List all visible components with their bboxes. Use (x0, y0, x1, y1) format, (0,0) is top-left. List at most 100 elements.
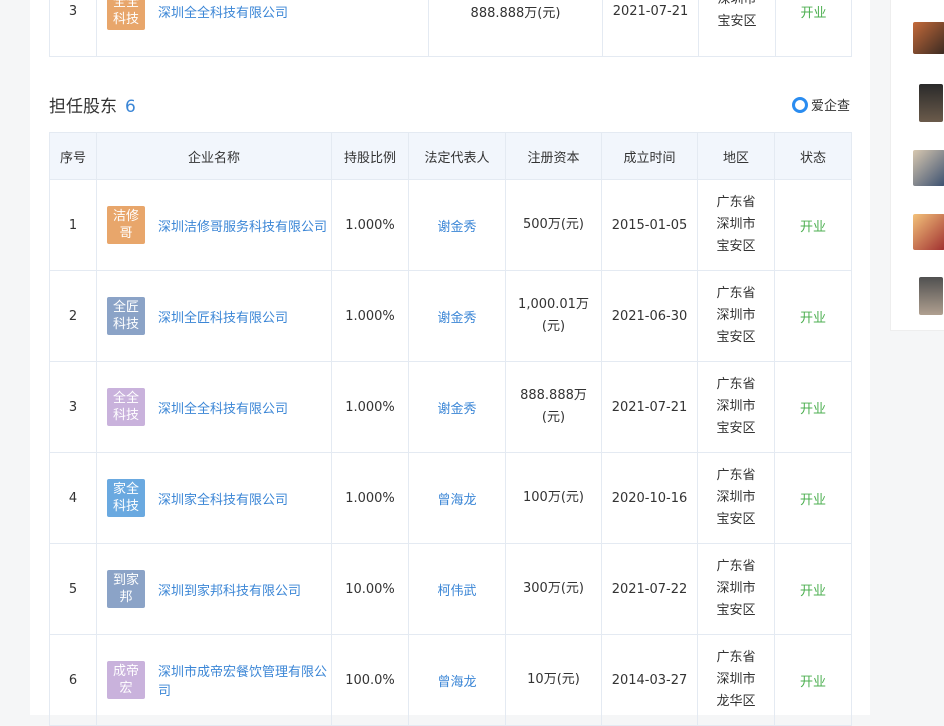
company-logo: 到家 邦 (107, 570, 145, 608)
row-index: 3 (49, 361, 97, 453)
table-row: 6 成帝 宏 深圳市成帝宏餐饮管理有限公司 100.0% 曾海龙 10万(元) … (49, 634, 852, 726)
legal-rep-link[interactable]: 谢金秀 (408, 361, 506, 453)
area-district: 宝安区 (716, 603, 756, 618)
logo-text: 到家 邦 (112, 573, 139, 605)
row-index: 2 (49, 270, 97, 362)
header-company: 企业名称 (96, 132, 332, 180)
area-district: 宝安区 (716, 512, 756, 527)
status-cell: 开业 (774, 634, 852, 726)
company-cell: 全全 科技 深圳全全科技有限公司 (96, 361, 332, 453)
ratio-cell: 10.00% (331, 543, 409, 635)
status-cell: 开业 (774, 179, 852, 271)
header-area: 地区 (697, 132, 775, 180)
status-cell: 开业 (774, 270, 852, 362)
ratio-cell: 100.0% (331, 634, 409, 726)
capital-value: 888.888万 (元) (520, 388, 587, 425)
company-cell: 到家 邦 深圳到家邦科技有限公司 (96, 543, 332, 635)
status-cell: 开业 (774, 452, 852, 544)
avatar[interactable] (913, 150, 944, 186)
capital-cell: 10万(元) (505, 634, 602, 726)
legal-rep-link[interactable]: 谢金秀 (408, 179, 506, 271)
area-city: 深圳市 (700, 0, 774, 11)
capital-cell: 888.888万(元) (428, 0, 603, 57)
area-city: 深圳市 (716, 581, 756, 596)
area-city: 深圳市 (716, 490, 756, 505)
section-title: 担任股东 6 (49, 92, 136, 117)
area-cell: 广东省 深圳市 宝安区 (697, 361, 775, 453)
area-cell: 广东省 深圳市 宝安区 (697, 179, 775, 271)
logo-text: 全全 科技 (112, 0, 139, 27)
capital-cell: 300万(元) (505, 543, 602, 635)
legal-rep-link[interactable]: 谢金秀 (408, 270, 506, 362)
company-logo: 全全 科技 (107, 0, 145, 30)
company-link[interactable]: 深圳全全科技有限公司 (158, 2, 288, 21)
capital-value: 300万(元) (523, 581, 584, 596)
date-cell: 2021-07-21 (602, 0, 699, 57)
area-district: 宝安区 (716, 421, 756, 436)
table-row: 3 全全 科技 深圳全全科技有限公司 1.000% 谢金秀 888.888万 (… (49, 361, 852, 453)
area-district: 宝安区 (716, 330, 756, 345)
capital-value: 500万(元) (523, 217, 584, 232)
capital-cell: 100万(元) (505, 452, 602, 544)
ratio-cell: 1.000% (331, 361, 409, 453)
area-cell: 广东省 深圳市 宝安区 (697, 452, 775, 544)
capital-cell: 888.888万 (元) (505, 361, 602, 453)
company-link[interactable]: 深圳到家邦科技有限公司 (158, 580, 301, 599)
company-cell: 家全 科技 深圳家全科技有限公司 (96, 452, 332, 544)
area-city: 深圳市 (716, 672, 756, 687)
header-row: 序号 企业名称 持股比例 法定代表人 注册资本 成立时间 地区 状态 (49, 132, 852, 180)
header-status: 状态 (774, 132, 852, 180)
area-cell: 广东省 深圳市 龙华区 (697, 634, 775, 726)
area-province: 广东省 (716, 559, 756, 574)
area-cell: 广东省 深圳市 宝安区 (697, 543, 775, 635)
area-district: 龙华区 (716, 694, 756, 709)
legal-rep-link[interactable]: 曾海龙 (408, 634, 506, 726)
area-province: 广东省 (716, 468, 756, 483)
company-cell: 全全 科技 深圳全全科技有限公司 (96, 0, 429, 57)
capital-value: 10万(元) (527, 672, 580, 687)
capital-value: 100万(元) (523, 490, 584, 505)
area-province: 广东省 (716, 650, 756, 665)
status-cell: 开业 (774, 361, 852, 453)
logo-text: 洁修 哥 (112, 209, 139, 241)
company-logo: 成帝 宏 (107, 661, 145, 699)
area-province: 广东省 (716, 286, 756, 301)
area-city: 深圳市 (716, 308, 756, 323)
ratio-cell: 1.000% (331, 270, 409, 362)
table-row: 3 全全 科技 深圳全全科技有限公司 888.888万(元) 2021-07-2… (49, 0, 852, 57)
legal-rep-link[interactable]: 曾海龙 (408, 452, 506, 544)
date-cell: 2014-03-27 (601, 634, 698, 726)
company-cell: 成帝 宏 深圳市成帝宏餐饮管理有限公司 (96, 634, 332, 726)
date-cell: 2020-10-16 (601, 452, 698, 544)
company-cell: 洁修 哥 深圳洁修哥服务科技有限公司 (96, 179, 332, 271)
logo-text: 家全 科技 (112, 482, 139, 514)
area-city: 深圳市 (716, 217, 756, 232)
avatar[interactable] (913, 22, 944, 54)
previous-table: 3 全全 科技 深圳全全科技有限公司 888.888万(元) 2021-07-2… (49, 0, 852, 57)
status-cell: 开业 (774, 543, 852, 635)
avatar[interactable] (913, 214, 944, 250)
shareholder-table: 序号 企业名称 持股比例 法定代表人 注册资本 成立时间 地区 状态 1 洁修 … (49, 132, 852, 726)
company-link[interactable]: 深圳全匠科技有限公司 (158, 307, 288, 326)
company-link[interactable]: 深圳洁修哥服务科技有限公司 (158, 216, 327, 235)
area-district: 宝安区 (717, 14, 757, 29)
capital-value: 1,000.01万 (元) (518, 297, 589, 334)
company-link[interactable]: 深圳家全科技有限公司 (158, 489, 288, 508)
row-index: 3 (49, 0, 97, 57)
search-logo-icon (792, 96, 808, 113)
legal-rep-link[interactable]: 柯伟武 (408, 543, 506, 635)
logo-text: 成帝 宏 (112, 664, 139, 696)
area-province: 广东省 (716, 195, 756, 210)
company-link[interactable]: 深圳全全科技有限公司 (158, 398, 288, 417)
avatar[interactable] (919, 84, 943, 122)
header-date: 成立时间 (601, 132, 698, 180)
table-row: 2 全匠 科技 深圳全匠科技有限公司 1.000% 谢金秀 1,000.01万 … (49, 270, 852, 362)
main-content: 3 全全 科技 深圳全全科技有限公司 888.888万(元) 2021-07-2… (30, 0, 870, 726)
header-index: 序号 (49, 132, 97, 180)
brand-logo: 爱企查 (792, 95, 850, 114)
section-count: 6 (125, 97, 136, 117)
date-cell: 2021-07-22 (601, 543, 698, 635)
company-link[interactable]: 深圳市成帝宏餐饮管理有限公司 (158, 661, 330, 699)
area-city: 深圳市 (716, 399, 756, 414)
avatar[interactable] (919, 277, 943, 315)
